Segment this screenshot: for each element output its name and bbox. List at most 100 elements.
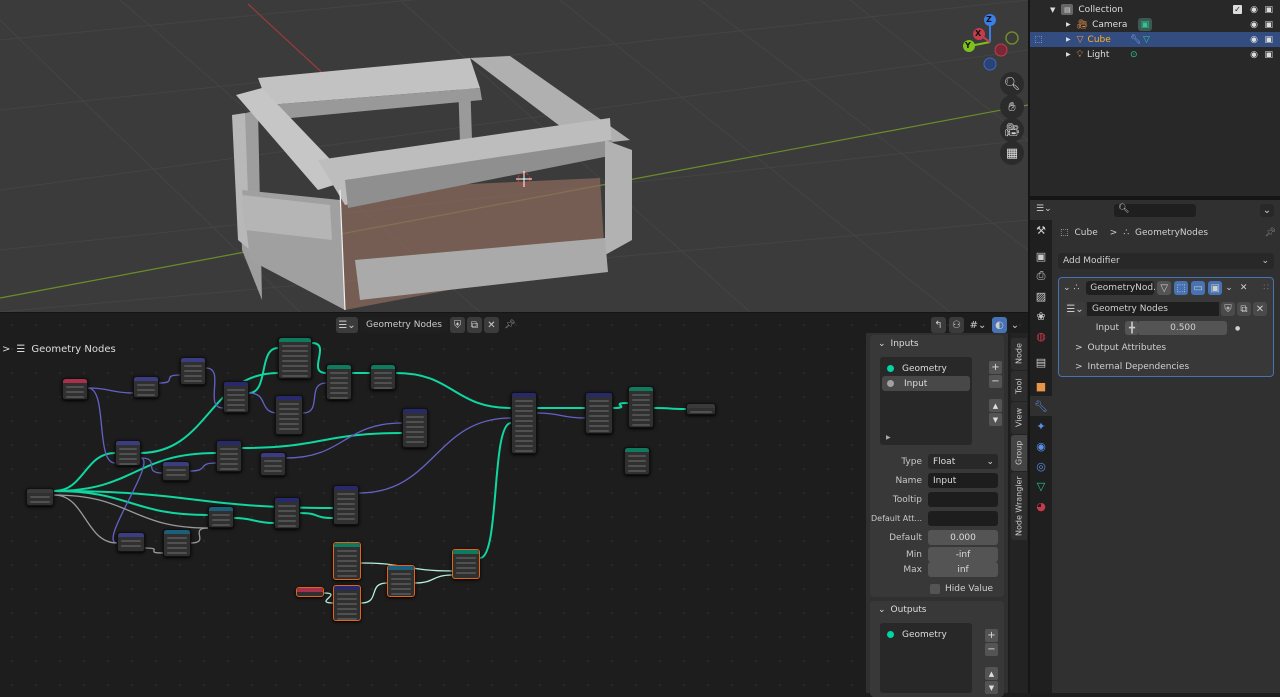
graph-node[interactable] xyxy=(275,395,303,435)
graph-node[interactable] xyxy=(333,585,361,621)
input-value-field[interactable]: 0.500 xyxy=(1139,321,1227,335)
outliner-collection[interactable]: ▼ ▤ Collection ✓ ◉ ▣ xyxy=(1030,2,1280,17)
input-socket-geometry[interactable]: Geometry xyxy=(880,361,972,376)
tab-node[interactable]: Node xyxy=(1011,338,1027,370)
exclude-checkbox[interactable]: ✓ xyxy=(1233,5,1242,14)
move-up-button[interactable]: ▲ xyxy=(989,399,1002,412)
graph-node[interactable] xyxy=(333,485,359,525)
particles-tab-icon[interactable]: ✦ xyxy=(1030,416,1052,436)
perspective-grid-icon[interactable]: ▦ xyxy=(1000,141,1024,165)
overlays-dropdown-icon[interactable]: ⌄ xyxy=(1010,317,1020,333)
graph-node[interactable] xyxy=(216,440,242,472)
remove-input-button[interactable]: − xyxy=(989,375,1002,388)
unlink-close-icon[interactable]: ✕ xyxy=(484,317,499,333)
graph-node[interactable] xyxy=(223,381,249,413)
physics-tab-icon[interactable]: ◉ xyxy=(1030,436,1052,456)
visibility-eye-icon[interactable]: ◉ xyxy=(1250,35,1258,45)
gizmo-y-label[interactable]: Y xyxy=(965,41,971,50)
drag-handle-icon[interactable]: ∷ xyxy=(1263,283,1269,293)
graph-node[interactable] xyxy=(387,565,415,597)
node-tree-type-dropdown[interactable]: ☰⌄ xyxy=(336,317,358,333)
graph-node[interactable] xyxy=(326,364,352,400)
name-field[interactable]: Input xyxy=(928,473,998,488)
graph-node[interactable] xyxy=(274,497,300,529)
node-group-field[interactable]: Geometry Nodes xyxy=(360,317,448,333)
output-tab-icon[interactable]: ⎙ xyxy=(1030,266,1052,286)
data-tab-icon[interactable]: ▽ xyxy=(1030,476,1052,496)
duplicate-icon[interactable]: ⧉ xyxy=(1237,302,1251,316)
output-socket-geometry[interactable]: Geometry xyxy=(880,627,972,642)
node-group-field[interactable]: Geometry Nodes xyxy=(1087,302,1219,316)
remove-output-button[interactable]: − xyxy=(985,643,998,656)
graph-node[interactable] xyxy=(278,337,312,379)
graph-node[interactable] xyxy=(452,549,480,579)
tab-node-wrangler[interactable]: Node Wrangler xyxy=(1011,472,1027,540)
pin-icon[interactable]: 📌︎ xyxy=(1265,228,1276,238)
edit-mode-icon[interactable]: ⬚ xyxy=(1174,281,1189,295)
expand-icon[interactable]: ▶ xyxy=(886,434,891,441)
graph-node[interactable] xyxy=(624,447,650,475)
graph-node[interactable] xyxy=(208,506,234,528)
node-group-browse-dropdown[interactable]: ☰⌄ xyxy=(1065,302,1085,316)
outliner-item-camera[interactable]: ▶ 🎥︎ Camera ▣ ◉ ▣ xyxy=(1030,17,1280,32)
output-attributes-subpanel[interactable]: > Output Attributes xyxy=(1059,338,1273,357)
graph-node[interactable] xyxy=(115,440,141,466)
graph-node[interactable] xyxy=(260,452,286,476)
max-value-field[interactable]: inf xyxy=(928,562,998,577)
move-down-button[interactable]: ▼ xyxy=(989,413,1002,426)
render-camera-icon[interactable]: ▣ xyxy=(1264,50,1273,60)
light-data-icon[interactable]: ⊙ xyxy=(1130,50,1138,60)
graph-node[interactable] xyxy=(686,403,716,415)
3d-viewport[interactable]: Z X Y 🔍︎ ✋︎ 🎥︎ ▦ xyxy=(0,0,1028,312)
graph-node[interactable] xyxy=(370,364,396,390)
graph-node[interactable] xyxy=(62,378,88,400)
edit-cage-icon[interactable]: ▽ xyxy=(1157,281,1172,295)
outliner-item-light[interactable]: ▶ 💡︎ Light ⊙ ◉ ▣ xyxy=(1030,47,1280,62)
pin-icon[interactable]: 📌︎ xyxy=(501,320,519,330)
tab-view[interactable]: View xyxy=(1011,402,1027,434)
default-value-field[interactable]: 0.000 xyxy=(928,530,998,545)
min-value-field[interactable]: -inf xyxy=(928,547,998,562)
visibility-eye-icon[interactable]: ◉ xyxy=(1250,50,1258,60)
tool-tab-icon[interactable]: ⚒ xyxy=(1030,220,1052,240)
gizmo-z-label[interactable]: Z xyxy=(986,15,992,24)
add-input-button[interactable]: + xyxy=(989,361,1002,374)
modifier-wrench-icon[interactable]: 🔧︎ xyxy=(1130,35,1141,45)
overlays-icon[interactable]: ◐ xyxy=(992,317,1007,333)
default-attribute-field[interactable] xyxy=(928,511,998,526)
graph-node[interactable] xyxy=(628,386,654,428)
hide-value-checkbox[interactable] xyxy=(930,583,940,594)
graph-node[interactable] xyxy=(511,392,537,454)
editor-type-dropdown[interactable]: ☰⌄ xyxy=(1036,204,1060,218)
modifier-menu-chevron-icon[interactable]: ⌄ xyxy=(1225,283,1233,293)
outliner-item-cube[interactable]: ⬚ ▶ ▽ Cube 🔧︎ ▽ ◉ ▣ xyxy=(1030,32,1280,47)
render-camera-icon[interactable]: ▣ xyxy=(1264,20,1273,30)
inputs-list[interactable]: Geometry Input ▶ xyxy=(880,357,972,445)
graph-node[interactable] xyxy=(163,529,191,557)
internal-dependencies-subpanel[interactable]: > Internal Dependencies xyxy=(1059,357,1273,376)
remove-modifier-icon[interactable]: ✕ xyxy=(1240,283,1248,293)
options-dropdown[interactable]: ⌄ xyxy=(1260,204,1274,217)
constraints-tab-icon[interactable]: ◎ xyxy=(1030,456,1052,476)
graph-node[interactable] xyxy=(333,542,361,580)
output-move-up-button[interactable]: ▲ xyxy=(985,667,998,680)
unlink-icon[interactable]: ✕ xyxy=(1253,302,1267,316)
modifier-tab-icon[interactable]: 🔧︎ xyxy=(1030,396,1052,416)
viewport-display-icon[interactable]: ▭ xyxy=(1191,281,1206,295)
zoom-icon[interactable]: 🔍︎ xyxy=(1000,72,1024,96)
gizmo-x-label[interactable]: X xyxy=(975,29,981,38)
graph-node[interactable] xyxy=(26,488,54,506)
fake-user-shield-icon[interactable]: ⛨ xyxy=(450,317,465,333)
graph-node[interactable] xyxy=(133,376,159,398)
world-tab-icon[interactable]: ◍ xyxy=(1030,326,1052,346)
render-display-icon[interactable]: ▣ xyxy=(1208,281,1223,295)
snap-element-icon[interactable]: #⌄ xyxy=(967,317,989,333)
object-tab-icon[interactable]: ■ xyxy=(1030,376,1052,396)
camera-data-icon[interactable]: ▣ xyxy=(1138,18,1152,31)
outputs-list[interactable]: Geometry xyxy=(880,623,972,693)
add-modifier-dropdown[interactable]: Add Modifier ⌄ xyxy=(1058,253,1274,269)
render-camera-icon[interactable]: ▣ xyxy=(1264,5,1273,15)
attribute-toggle-icon[interactable]: ╋ xyxy=(1125,321,1139,335)
tab-tool[interactable]: Tool xyxy=(1011,371,1027,401)
properties-search-input[interactable]: 🔍︎ xyxy=(1114,204,1196,217)
